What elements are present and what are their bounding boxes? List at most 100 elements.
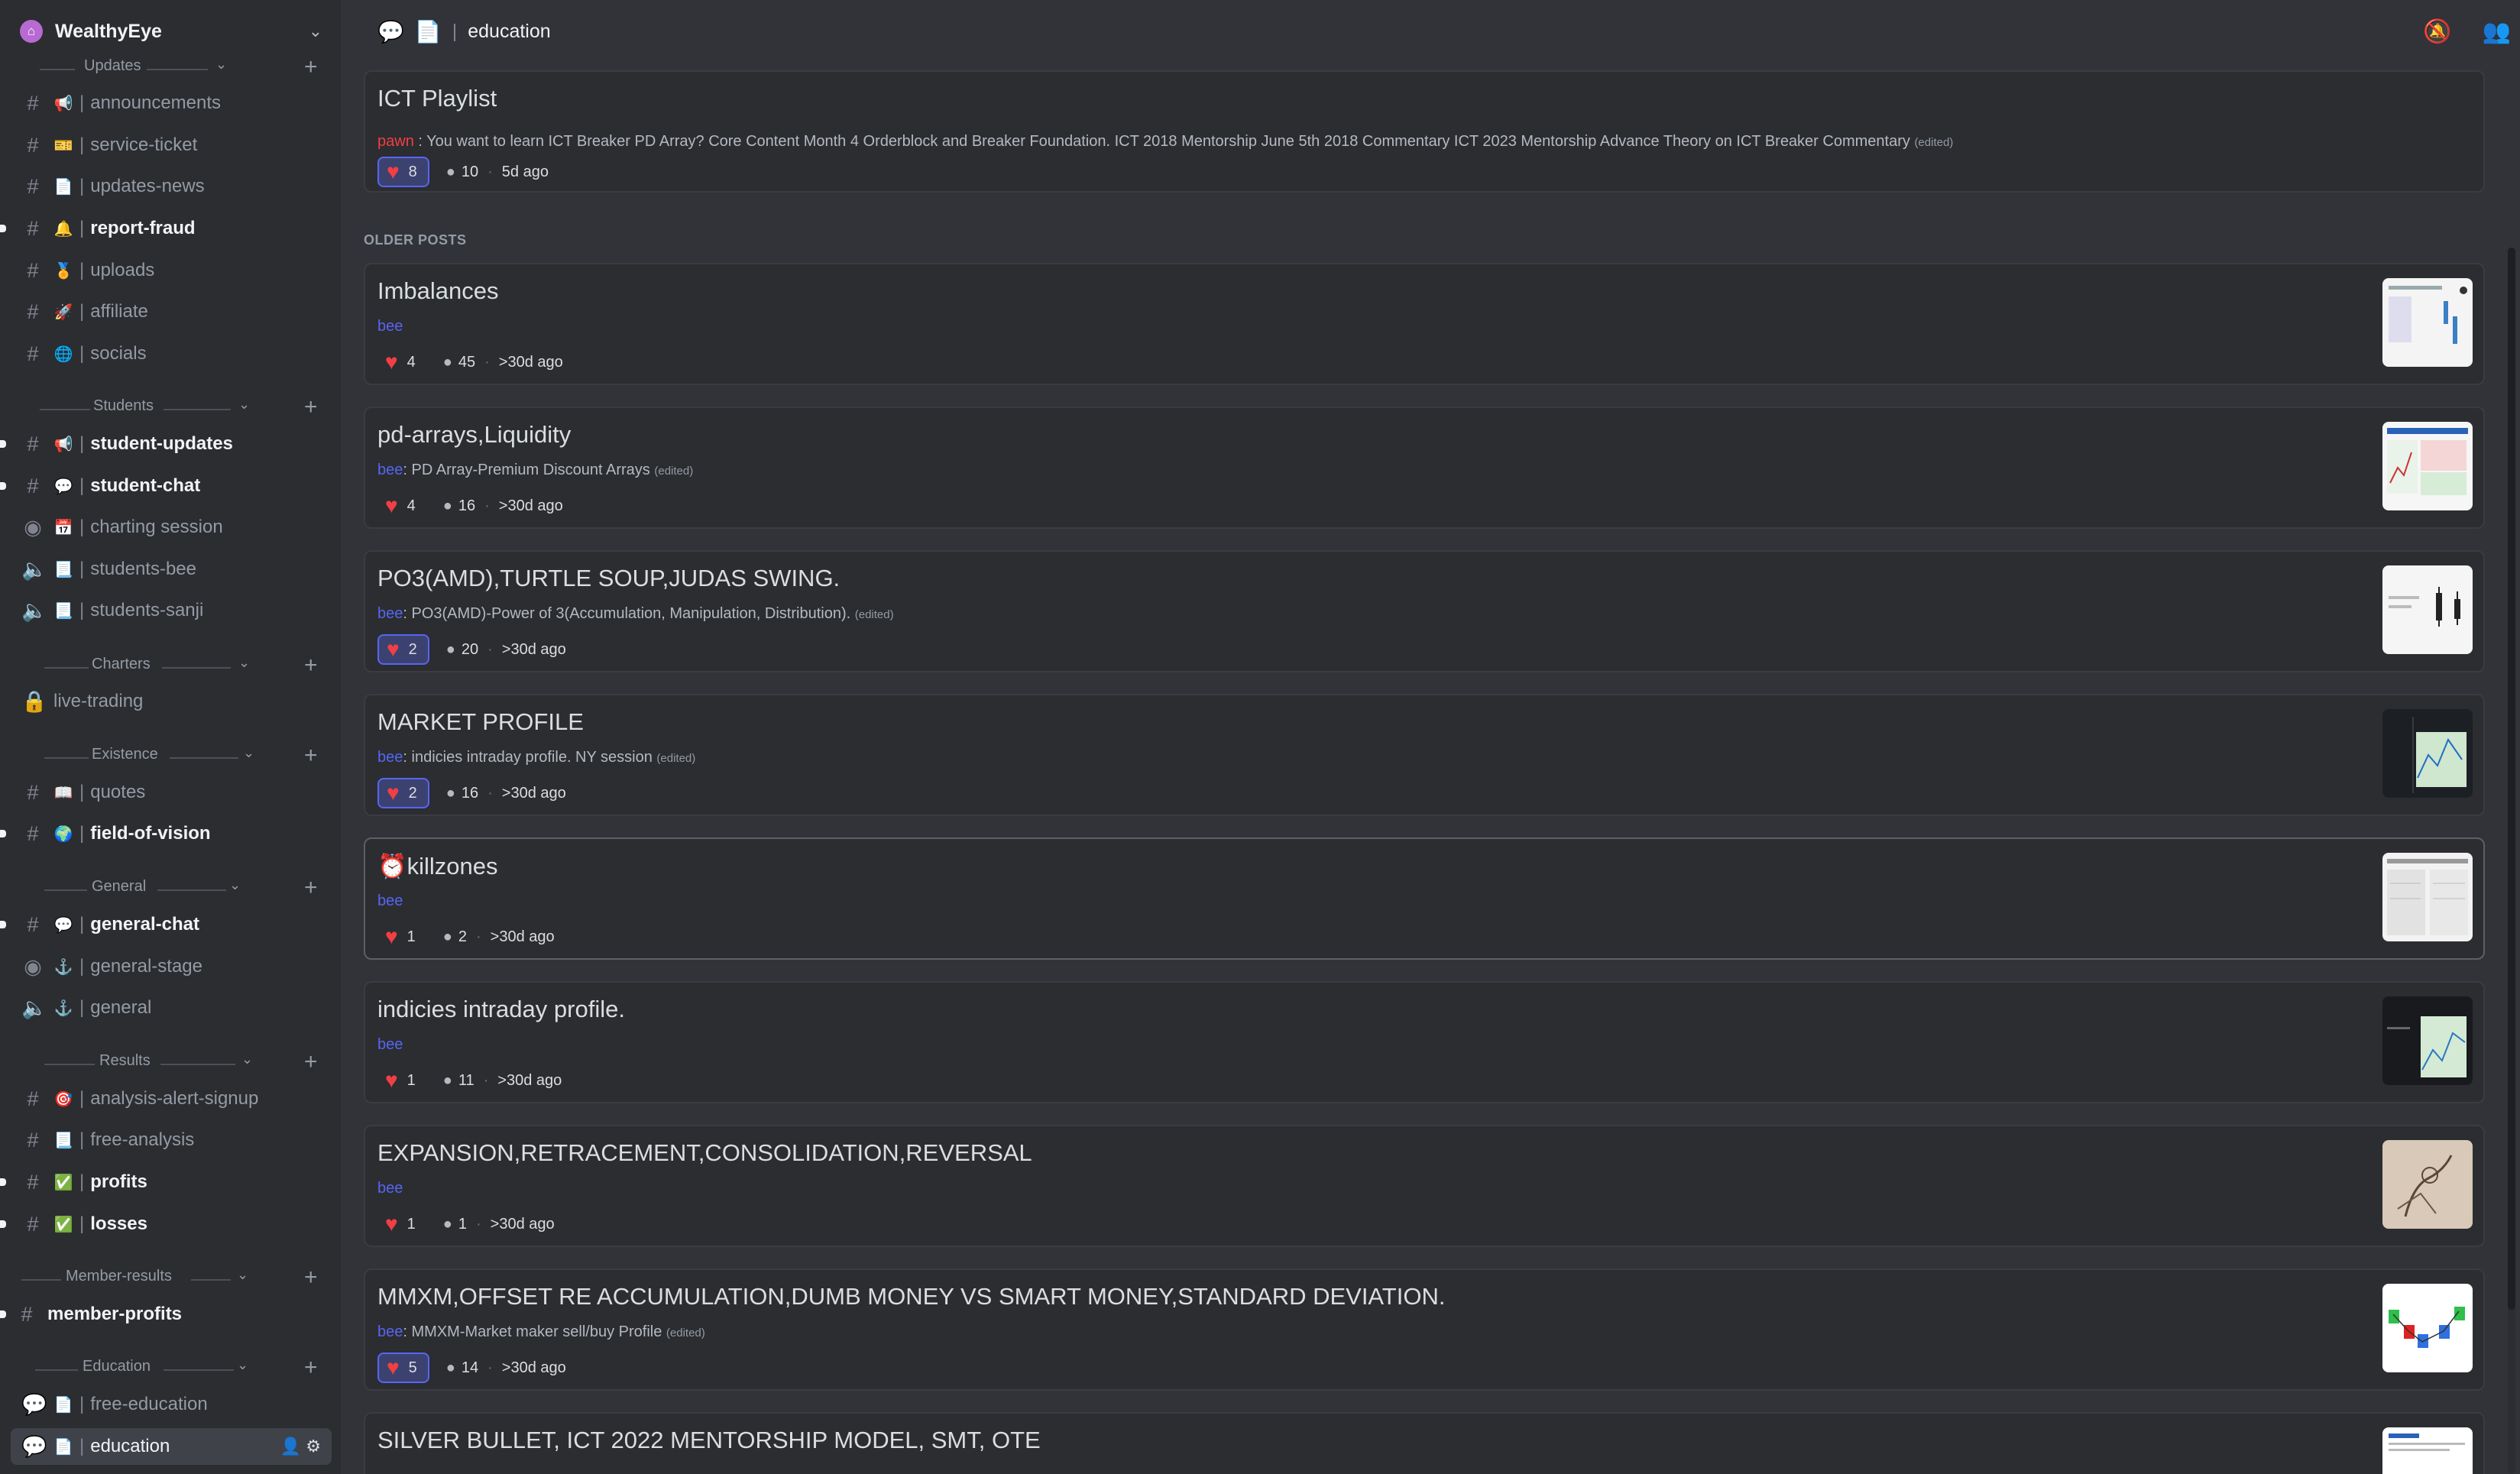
channel-service-ticket[interactable]: # 🎫 | service-ticket xyxy=(11,127,332,164)
forum-post-card[interactable]: EXPANSION,RETRACEMENT,CONSOLIDATION,REVE… xyxy=(364,1125,2485,1247)
pipe-separator: | xyxy=(79,1171,85,1192)
channel-general-chat[interactable]: # 💬 | general-chat xyxy=(0,906,332,943)
medal-icon: 🏅 xyxy=(53,262,73,280)
like-reaction-button[interactable]: ♥ 1 xyxy=(377,922,426,952)
channel-profits[interactable]: # ✅ | profits xyxy=(0,1164,332,1200)
channel-name: report-fraud xyxy=(90,218,196,238)
edited-label: (edited) xyxy=(1914,136,1954,149)
post-thumbnail-image xyxy=(2382,709,2473,798)
channel-updates-news[interactable]: # 📄 | updates-news xyxy=(11,168,332,205)
category-education[interactable]: Education ⌄ + xyxy=(0,1354,341,1383)
add-channel-plus-icon[interactable]: + xyxy=(304,652,318,679)
category-updates[interactable]: Updates ⌄ + xyxy=(0,53,341,83)
like-reaction-button[interactable]: ♥ 5 xyxy=(377,1353,429,1383)
add-channel-plus-icon[interactable]: + xyxy=(304,1048,318,1076)
category-students[interactable]: Students ⌄ + xyxy=(0,394,341,423)
like-reaction-button[interactable]: ♥ 8 xyxy=(377,157,429,187)
pipe-separator: | xyxy=(79,92,85,113)
add-channel-plus-icon[interactable]: + xyxy=(304,874,318,902)
channel-losses[interactable]: # ✅ | losses xyxy=(0,1206,332,1242)
channel-live-trading[interactable]: 🔒 live-trading xyxy=(11,683,332,720)
channel-name: general-chat xyxy=(90,914,199,935)
forum-post-card[interactable]: ICT Playlist pawn : You want to learn IC… xyxy=(364,70,2485,193)
channel-socials[interactable]: # 🌐 | socials xyxy=(11,335,332,372)
forum-icon: 💬 xyxy=(377,19,404,44)
category-general[interactable]: General ⌄ + xyxy=(0,874,341,903)
add-channel-plus-icon[interactable]: + xyxy=(304,1264,318,1291)
category-member-results[interactable]: Member-results ⌄ + xyxy=(0,1265,341,1293)
page-icon: 📃 xyxy=(53,1132,73,1149)
add-channel-plus-icon[interactable]: + xyxy=(304,1354,318,1382)
like-reaction-button[interactable]: ♥ 1 xyxy=(377,1065,426,1096)
forum-post-card[interactable]: MARKET PROFILE bee: indicies intraday pr… xyxy=(364,694,2485,816)
chevron-down-icon: ⌄ xyxy=(237,1357,249,1372)
server-house-icon: ⌂ xyxy=(20,20,43,43)
category-results[interactable]: Results ⌄ + xyxy=(0,1048,341,1077)
like-reaction-button[interactable]: ♥ 4 xyxy=(377,347,426,377)
invite-icon[interactable]: 👤 xyxy=(280,1437,301,1456)
forum-post-card[interactable]: SILVER BULLET, ICT 2022 MENTORSHIP MODEL… xyxy=(364,1412,2485,1474)
channel-charting-session[interactable]: ◉ 📅 | charting session xyxy=(11,509,332,546)
post-thumbnail-image xyxy=(2382,565,2473,654)
gear-icon[interactable]: ⚙ xyxy=(306,1437,321,1456)
chevron-down-icon: ⌄ xyxy=(215,57,228,72)
like-reaction-button[interactable]: ♥ 2 xyxy=(377,778,429,808)
channel-education[interactable]: 💬 📄 | education 👤 ⚙ xyxy=(11,1428,332,1465)
channel-report-fraud[interactable]: # 🔔 | report-fraud xyxy=(0,210,332,247)
forum-post-card[interactable]: MMXM,OFFSET RE ACCUMULATION,DUMB MONEY V… xyxy=(364,1268,2485,1391)
post-age: >30d ago xyxy=(501,640,566,658)
add-channel-plus-icon[interactable]: + xyxy=(304,742,318,769)
chevron-down-icon[interactable]: ⌄ xyxy=(309,21,322,41)
forum-post-card[interactable]: indicies intraday profile. bee ♥ 1 ● 11 … xyxy=(364,981,2485,1103)
post-stats: ♥ 4 ● 45 · >30d ago xyxy=(377,347,563,377)
post-snippet-text: PO3(AMD)-Power of 3(Accumulation, Manipu… xyxy=(411,605,851,622)
bell-muted-icon[interactable]: 🔕 xyxy=(2423,18,2451,45)
speech-bubble-icon: ● xyxy=(442,928,452,945)
members-icon[interactable]: 👥 xyxy=(2483,18,2511,45)
channel-quotes[interactable]: # 📖 | quotes xyxy=(11,774,332,811)
add-channel-plus-icon[interactable]: + xyxy=(304,394,318,421)
colon: : xyxy=(403,1323,412,1340)
hash-icon: # xyxy=(27,216,39,240)
megaphone-icon: 📢 xyxy=(53,436,73,453)
channel-students-bee[interactable]: 🔈 📃 | students-bee xyxy=(11,551,332,588)
forum-post-card[interactable]: PO3(AMD),TURTLE SOUP,JUDAS SWING. bee: P… xyxy=(364,550,2485,672)
divider xyxy=(170,757,238,759)
channel-uploads[interactable]: # 🏅 | uploads xyxy=(11,252,332,289)
like-reaction-button[interactable]: ♥ 2 xyxy=(377,634,429,665)
server-header[interactable]: ⌂ WealthyEye ⌄ xyxy=(0,0,341,63)
channel-announcements[interactable]: # 📢 | announcements xyxy=(11,85,332,121)
like-reaction-button[interactable]: ♥ 4 xyxy=(377,491,426,521)
scrollbar-thumb[interactable] xyxy=(2508,248,2515,1310)
post-age: >30d ago xyxy=(501,1359,566,1376)
channel-name: service-ticket xyxy=(90,134,198,155)
channel-students-sanji[interactable]: 🔈 📃 | students-sanji xyxy=(11,592,332,629)
channel-student-updates[interactable]: # 📢 | student-updates xyxy=(0,426,332,462)
page-icon: 📄 xyxy=(414,19,442,44)
older-posts-heading: OLDER POSTS xyxy=(364,232,467,248)
target-icon: 🎯 xyxy=(53,1090,73,1108)
pipe-separator: | xyxy=(79,1129,85,1150)
category-label: Results xyxy=(99,1052,151,1069)
channel-free-analysis[interactable]: # 📃 | free-analysis xyxy=(11,1122,332,1158)
category-charters[interactable]: Charters ⌄ + xyxy=(0,653,341,681)
divider xyxy=(40,409,90,410)
channel-field-of-vision[interactable]: # 🌍 | field-of-vision xyxy=(0,815,332,852)
forum-post-card[interactable]: Imbalances bee ♥ 4 ● 45 · >30d ago xyxy=(364,263,2485,385)
channel-analysis-alert-signup[interactable]: # 🎯 | analysis-alert-signup xyxy=(11,1080,332,1117)
post-author: bee xyxy=(377,1323,403,1340)
pipe-separator: | xyxy=(79,218,85,238)
category-existence[interactable]: Existence ⌄ + xyxy=(0,743,341,771)
forum-post-card[interactable]: pd-arrays,Liquidity bee: PD Array-Premiu… xyxy=(364,407,2485,529)
channel-affiliate[interactable]: # 🚀 | affiliate xyxy=(11,293,332,330)
channel-member-profits[interactable]: # member-profits xyxy=(0,1296,332,1333)
chevron-down-icon: ⌄ xyxy=(238,397,251,412)
channel-student-chat[interactable]: # 💬 | student-chat xyxy=(0,468,332,504)
channel-free-education[interactable]: 💬 📄 | free-education xyxy=(11,1386,332,1423)
add-channel-plus-icon[interactable]: + xyxy=(304,53,318,81)
forum-post-card[interactable]: ⏰killzones bee ♥ 1 ● 2 · >30d ago xyxy=(364,837,2485,960)
comment-count: ● 16 xyxy=(443,497,475,515)
like-reaction-button[interactable]: ♥ 1 xyxy=(377,1209,426,1239)
channel-general-stage[interactable]: ◉ ⚓ | general-stage xyxy=(11,948,332,985)
channel-general[interactable]: 🔈 ⚓ | general xyxy=(11,990,332,1026)
